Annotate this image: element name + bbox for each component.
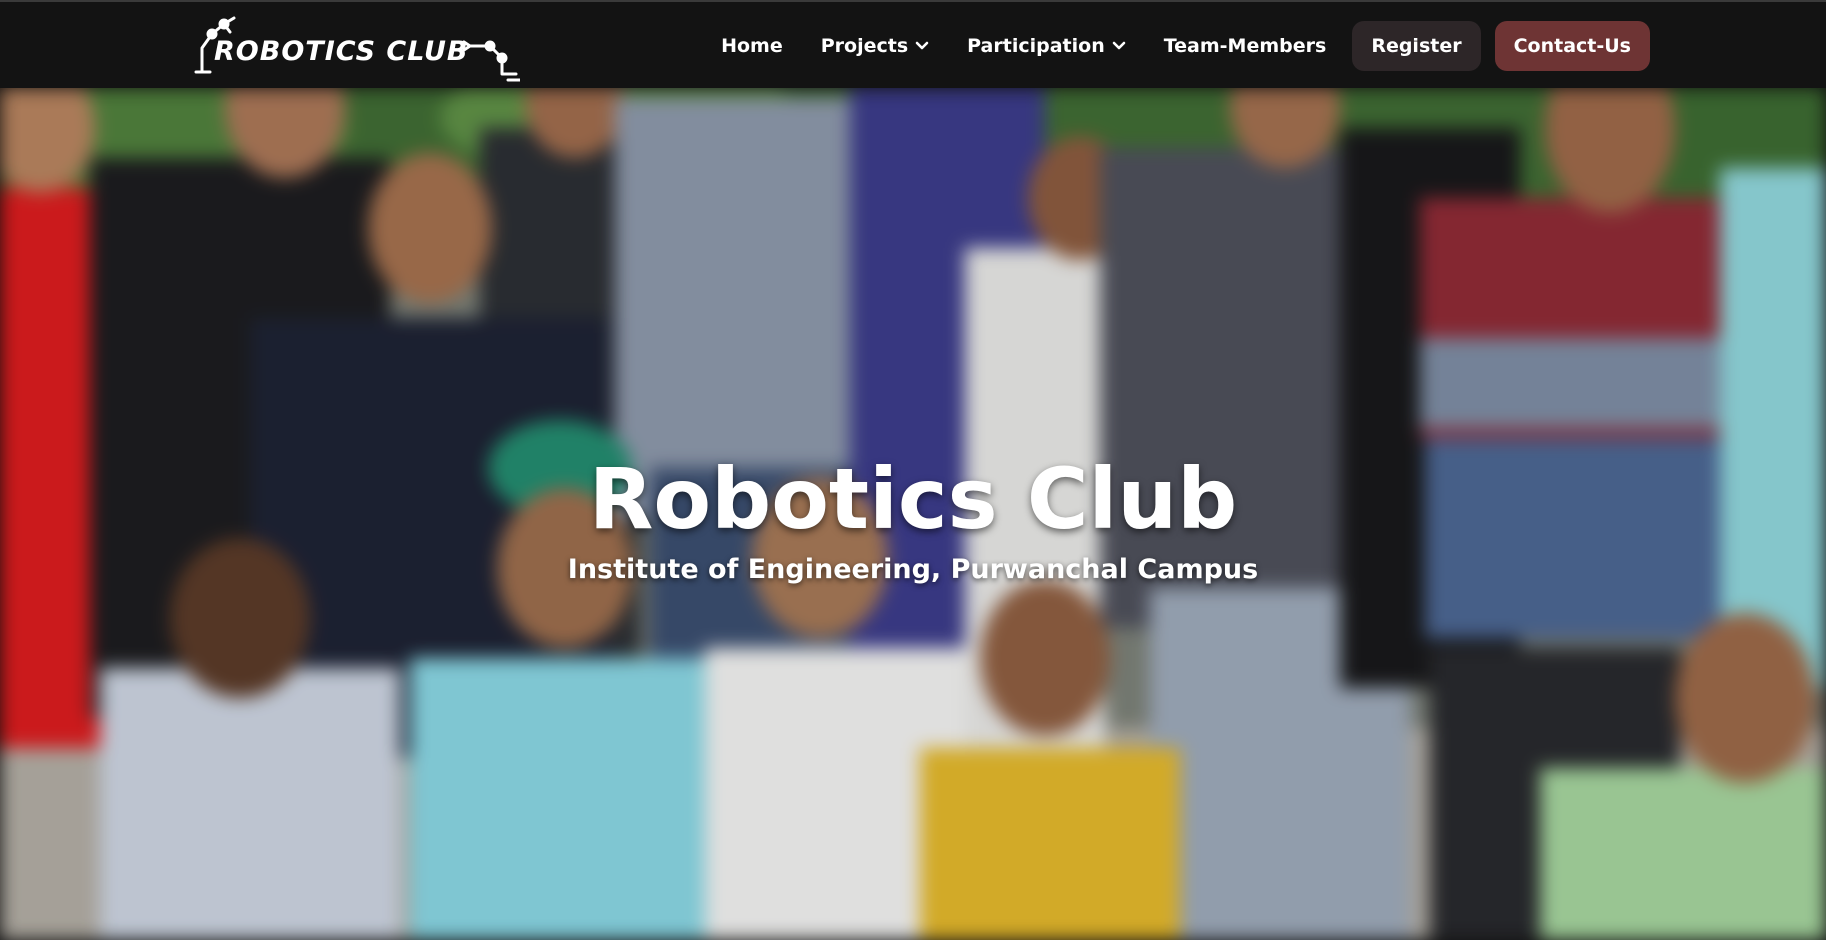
nav-projects-label: Projects [820, 35, 909, 57]
nav-team-members-label: Team-Members [1163, 35, 1327, 57]
hero-subtitle: Institute of Engineering, Purwanchal Cam… [567, 554, 1259, 585]
nav-participation-dropdown[interactable]: Participation [967, 21, 1126, 71]
chevron-down-icon [1112, 41, 1126, 51]
nav-home[interactable]: Home [721, 21, 783, 71]
nav-team-members[interactable]: Team-Members [1164, 21, 1327, 71]
hero-section: Robotics Club Institute of Engineering, … [0, 88, 1826, 940]
top-navbar: ROBOTICS CLUB Home Projects Participatio… [0, 0, 1826, 88]
hero-title: Robotics Club [588, 450, 1238, 548]
contact-us-button[interactable]: Contact-Us [1494, 21, 1650, 71]
nav-participation-label: Participation [967, 35, 1105, 57]
nav-home-label: Home [721, 35, 783, 57]
nav-projects-dropdown[interactable]: Projects [821, 21, 929, 71]
register-button[interactable]: Register [1352, 21, 1481, 71]
logo-text: ROBOTICS CLUB [214, 36, 469, 67]
main-nav: Home Projects Participation Team-Members… [721, 21, 1650, 71]
chevron-down-icon [915, 41, 929, 51]
site-logo[interactable]: ROBOTICS CLUB [190, 10, 522, 84]
